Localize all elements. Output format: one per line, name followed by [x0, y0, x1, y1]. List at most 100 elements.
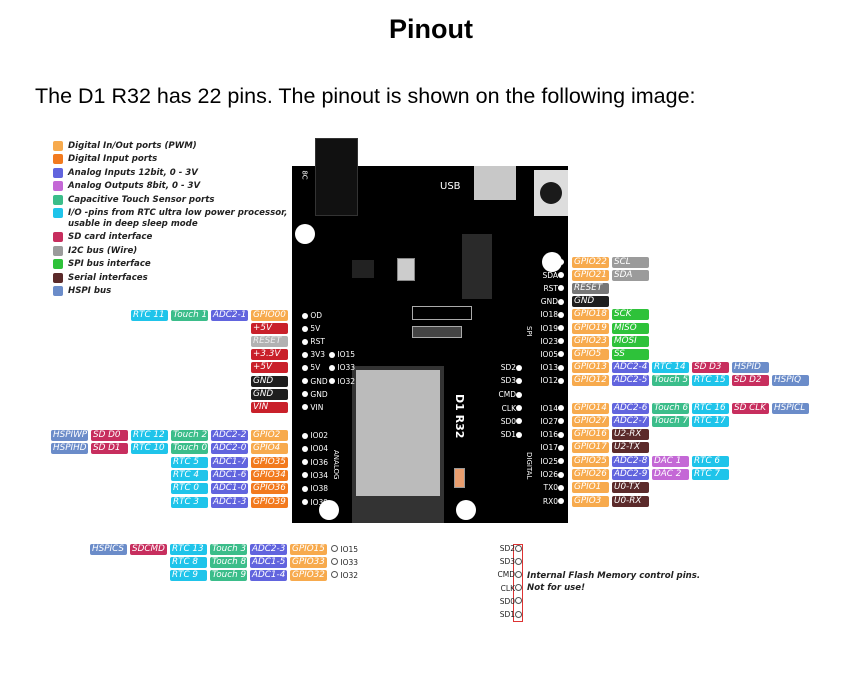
pin-tag-rtc: RTC 8 — [170, 556, 207, 568]
extra-pin: IO33 — [331, 558, 358, 567]
flash-pin: SD0 — [500, 597, 522, 606]
pin-dot-icon — [558, 272, 564, 279]
board-pin: CMD — [499, 390, 522, 399]
legend-swatch — [53, 245, 63, 256]
spi-label: SPI — [525, 326, 533, 337]
pin-tag-row: GPIO33 ADC1-5 Touch 8 RTC 8 — [170, 556, 327, 568]
pin-dot-icon — [558, 338, 564, 345]
legend-swatch — [53, 167, 63, 178]
pin-tag-input: GPIO35 — [251, 456, 288, 468]
reset-button[interactable] — [534, 170, 568, 216]
pin-circle-icon — [515, 544, 522, 552]
pin-dot-icon — [302, 325, 308, 332]
legend-label: Digital In/Out ports (PWM) — [68, 141, 197, 151]
pin-tag-gpio: GPIO27 — [572, 415, 609, 427]
board-pin: GND — [302, 377, 328, 386]
pin-tag-sd: SD D0 — [91, 430, 128, 441]
pin-tag-row: GPIO14 ADC2-6 Touch 6 RTC 16 SD CLK HSPICL — [572, 402, 809, 414]
pin-tag-input: GPIO36 — [251, 483, 288, 495]
board-pin: IO26 — [540, 470, 564, 479]
flash-warning: Not for use! — [527, 583, 586, 593]
pin-name: IO15 — [340, 544, 359, 554]
pin-name: IO27 — [540, 416, 558, 426]
board-name: D1 R32 — [453, 394, 466, 439]
pin-tag-adc: ADC2-9 — [612, 469, 649, 480]
pin-tag-row: GPIO26 ADC2-9 DAC 2 RTC 7 — [572, 469, 729, 480]
chip — [352, 260, 374, 278]
pin-tag-row: GND — [572, 296, 609, 308]
pin-tag-serial: U0-TX — [612, 482, 649, 494]
analog-label: ANALOG — [332, 450, 340, 480]
pin-tag-gpio: GPIO2 — [251, 430, 288, 441]
pin-name: IO17 — [540, 443, 558, 453]
legend-label: Digital Input ports — [68, 154, 158, 165]
pin-dot-icon — [329, 351, 335, 358]
board-pin: OD — [302, 311, 322, 320]
pin-tag-gnd: GND — [251, 375, 288, 387]
pin-name: SD0 — [499, 596, 515, 606]
pin-name: IO23 — [540, 336, 558, 346]
pin-circle-icon — [515, 557, 522, 565]
pin-tag-reset: RESET — [251, 336, 288, 348]
pin-name: IO13 — [540, 363, 558, 373]
pin-tag-reset2: RESET — [572, 282, 609, 294]
crystal — [397, 258, 415, 281]
pin-name: SDA — [542, 270, 558, 280]
pin-dot-icon — [516, 364, 522, 371]
legend-swatch — [53, 232, 63, 243]
pin-tag-adc: ADC2-6 — [612, 402, 649, 414]
pin-tag-adc: ADC2-0 — [211, 443, 248, 455]
board-pin: GND — [541, 297, 564, 306]
pin-name: SD1 — [499, 610, 515, 619]
board-pin: SD0 — [501, 417, 522, 426]
pin-tag-row: GPIO21 SDA — [572, 269, 649, 281]
page-title: Pinout — [389, 14, 473, 44]
pin-tag-hspi: HSPID — [732, 362, 769, 374]
pin-name: RST — [310, 337, 325, 347]
pin-tag-adc: ADC2-2 — [211, 430, 248, 441]
pin-name: CMD — [497, 570, 515, 580]
pin-tag-gpio: GPIO12 — [572, 375, 609, 387]
pin-dot-icon — [516, 391, 522, 398]
pin-tag-gpio: GPIO21 — [572, 269, 609, 281]
legend-label: HSPI bus — [68, 286, 112, 296]
pin-tag-adc: ADC2-5 — [612, 375, 649, 387]
pin-dot-icon — [558, 431, 564, 438]
pin-tag-row: GPIO39 ADC1-3 RTC 3 — [171, 496, 288, 508]
pin-tag-row: GPIO22 SCL — [572, 256, 649, 268]
pin-tag-row: GND — [251, 388, 288, 400]
pin-tag-row: GPIO27 ADC2-7 Touch 7 RTC 17 — [572, 415, 729, 427]
pin-tag-gpio: GPIO32 — [290, 569, 327, 581]
legend-label: Serial interfaces — [68, 272, 148, 283]
pin-name: CMD — [498, 390, 516, 399]
board-pin: IO16 — [540, 430, 564, 439]
pin-name: IO33 — [340, 557, 359, 567]
legend-swatch — [53, 286, 63, 296]
extra-pin: IO15 — [331, 545, 358, 554]
pin-tag-hspi: HSPIWP — [51, 430, 88, 441]
pin-name: IO15 — [337, 350, 356, 360]
board-pin: IO15 — [329, 350, 355, 359]
pin-name: SD1 — [500, 430, 516, 440]
pin-tag-spi: MOSI — [612, 335, 649, 347]
pin-dot-icon — [302, 391, 308, 398]
pin-tag-rtc: RTC 15 — [692, 375, 729, 387]
pin-tag-row: RESET — [251, 336, 288, 348]
pin-tag-adc: ADC2-1 — [211, 310, 248, 321]
legend-label: Analog Outputs 8bit, 0 - 3V — [68, 181, 201, 192]
board-pin: IO27 — [540, 417, 564, 426]
pin-name: VIN — [310, 402, 324, 412]
pin-tag-rtc: RTC 14 — [652, 362, 689, 374]
resistor-array — [412, 326, 462, 338]
power-jack — [315, 138, 358, 216]
pin-dot-icon — [558, 259, 564, 265]
pin-tag-row: GPIO25 ADC2-8 DAC 1 RTC 6 — [572, 455, 729, 467]
pin-dot-icon — [302, 485, 308, 492]
pin-dot-icon — [516, 377, 522, 384]
pin-tag-gpio: GPIO26 — [572, 469, 609, 480]
pin-name: IO05 — [540, 349, 558, 359]
board-pin: IO19 — [540, 324, 564, 333]
pin-tag-rtc: RTC 4 — [171, 469, 208, 481]
pin-tag-rtc: RTC 7 — [692, 469, 729, 480]
flash-pin: SD2 — [500, 544, 522, 553]
